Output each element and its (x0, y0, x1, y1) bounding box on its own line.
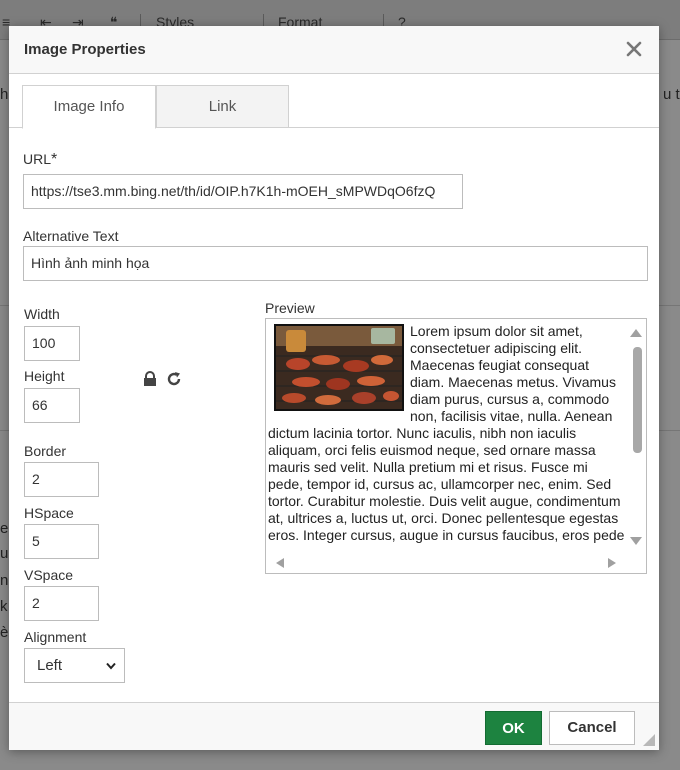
width-label: Width (24, 306, 60, 322)
preview-horizontal-scrollbar[interactable] (266, 553, 628, 573)
ok-button[interactable]: OK (485, 711, 542, 745)
scroll-left-icon[interactable] (276, 558, 284, 568)
bg-text-fragment: e (0, 520, 9, 537)
url-label-text: URL (23, 151, 52, 167)
scroll-down-icon[interactable] (630, 537, 642, 545)
preview-vertical-scrollbar[interactable] (626, 319, 646, 555)
lock-icon[interactable] (142, 371, 158, 387)
dialog-tabs: Image Info Link (9, 74, 659, 129)
preview-image (274, 324, 404, 411)
dialog-footer: OK Cancel (9, 702, 659, 750)
reset-size-icon[interactable] (166, 371, 182, 387)
scroll-right-icon[interactable] (608, 558, 616, 568)
chevron-down-icon (106, 662, 116, 670)
hspace-input[interactable]: 5 (24, 524, 99, 559)
image-properties-dialog: Image Properties Image Info Link URL* ht… (9, 26, 659, 750)
alignment-value: Left (37, 657, 63, 674)
close-icon[interactable] (625, 38, 643, 60)
scrollbar-thumb[interactable] (633, 347, 642, 453)
vspace-input[interactable]: 2 (24, 586, 99, 621)
bg-text-fragment: è (0, 624, 9, 641)
alignment-select[interactable]: Left (24, 648, 125, 683)
width-input[interactable]: 100 (24, 326, 80, 361)
scroll-up-icon[interactable] (630, 329, 642, 337)
border-label: Border (24, 443, 67, 459)
bg-text-fragment: n (0, 572, 9, 589)
hspace-label: HSpace (24, 505, 74, 521)
height-label: Height (24, 368, 65, 384)
alt-text-input[interactable]: Hình ảnh minh họa (23, 246, 648, 281)
tab-link[interactable]: Link (156, 85, 289, 128)
cancel-button[interactable]: Cancel (549, 711, 635, 745)
bg-text-fragment: h (0, 86, 9, 103)
tab-image-info[interactable]: Image Info (22, 85, 156, 129)
alt-text-label: Alternative Text (23, 228, 119, 244)
url-label: URL* (23, 151, 57, 169)
height-input[interactable]: 66 (24, 388, 80, 423)
bg-text-fragment: k (0, 598, 8, 615)
dialog-title: Image Properties (24, 41, 146, 58)
bg-text-fragment: u t (663, 86, 680, 103)
url-input[interactable]: https://tse3.mm.bing.net/th/id/OIP.h7K1h… (23, 174, 463, 209)
vspace-label: VSpace (24, 567, 74, 583)
required-mark: * (51, 151, 58, 168)
bg-text-fragment: u (0, 545, 9, 562)
preview-pane: Lorem ipsum dolor sit amet, consectetuer… (265, 318, 647, 574)
preview-label: Preview (265, 300, 315, 316)
resize-grip-icon[interactable] (643, 734, 655, 746)
alignment-label: Alignment (24, 629, 87, 645)
dialog-header: Image Properties (9, 26, 659, 74)
border-input[interactable]: 2 (24, 462, 99, 497)
